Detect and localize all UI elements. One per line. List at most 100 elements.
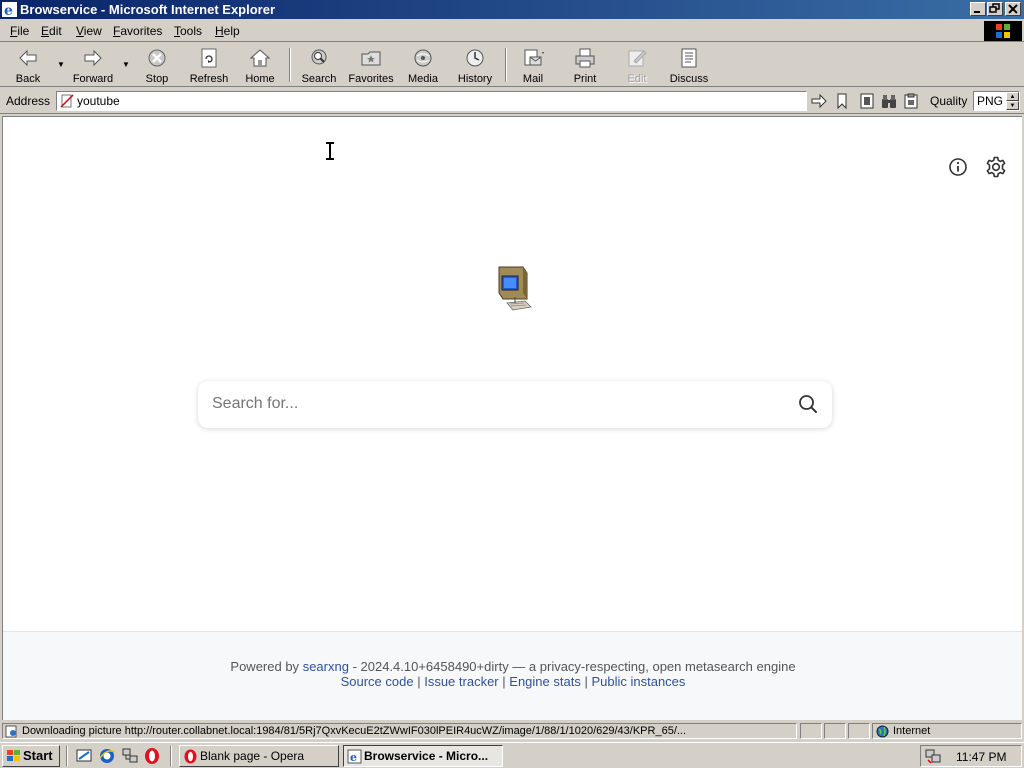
status-pane [824, 723, 846, 739]
address-input[interactable] [77, 93, 797, 109]
spin-up-icon[interactable]: ▲ [1006, 92, 1019, 101]
footer-separator: | [584, 674, 588, 689]
menu-file[interactable]: File [10, 24, 29, 38]
window-titlebar[interactable]: e Browservice - Microsoft Internet Explo… [0, 0, 1024, 19]
svg-text:e: e [350, 751, 357, 764]
internet-explorer-icon[interactable] [98, 747, 116, 765]
task-ie-browservice[interactable]: e Browservice - Micro... [343, 745, 503, 767]
status-pane [800, 723, 822, 739]
menu-view[interactable]: View [76, 24, 102, 38]
back-dropdown-arrow[interactable]: ▼ [57, 60, 65, 69]
print-toolbar-button[interactable]: Print [568, 45, 602, 85]
address-bar: Address Quality PNG ▲ ▼ [0, 89, 1024, 114]
restore-icon [989, 3, 1000, 13]
home-icon [249, 49, 271, 67]
opera-icon[interactable] [143, 747, 161, 765]
menu-help[interactable]: Help [215, 24, 240, 38]
quality-spinner[interactable]: ▲ ▼ [1006, 92, 1019, 110]
standard-toolbar: Back ▼ Forward ▼ Stop Refresh Home Searc… [0, 44, 1024, 87]
searxng-link[interactable]: searxng [303, 659, 349, 674]
text-cursor-icon [326, 142, 334, 160]
back-button[interactable]: Back [8, 45, 48, 85]
stop-button[interactable]: Stop [140, 45, 174, 85]
menu-tools[interactable]: Tools [174, 24, 202, 38]
mail-icon [524, 49, 544, 66]
forward-dropdown-arrow[interactable]: ▼ [122, 60, 130, 69]
page-button[interactable] [859, 93, 877, 110]
bookmark-button[interactable] [834, 93, 852, 110]
spin-down-icon[interactable]: ▼ [1006, 101, 1019, 110]
search-toolbar-button[interactable]: Search [299, 45, 339, 85]
history-toolbar-button[interactable]: History [454, 45, 496, 85]
ie-page-icon: e [347, 749, 362, 764]
quality-label: Quality [930, 94, 968, 108]
taskbar-separator [66, 746, 68, 766]
opera-icon [184, 749, 197, 764]
back-arrow-icon [19, 49, 37, 67]
find-button[interactable] [881, 93, 899, 110]
history-clock-icon [466, 49, 484, 67]
favorites-folder-icon [361, 51, 381, 66]
show-desktop-icon[interactable] [75, 747, 93, 765]
status-text: Downloading picture http://router.collab… [22, 725, 687, 737]
menu-edit[interactable]: Edit [41, 24, 62, 38]
windows-flag-icon [7, 750, 20, 761]
public-instances-link[interactable]: Public instances [591, 674, 685, 689]
restore-button[interactable] [987, 2, 1003, 16]
windows-logo-throbber [984, 21, 1022, 41]
internet-globe-icon [876, 725, 889, 738]
quality-value: PNG [977, 94, 1004, 108]
forward-arrow-icon [84, 49, 102, 67]
printer-icon [575, 48, 595, 68]
search-input[interactable] [212, 390, 782, 418]
menu-favorites[interactable]: Favorites [113, 24, 162, 38]
page-viewport[interactable]: Powered by searxng - 2024.4.10+6458490+d… [2, 116, 1022, 720]
tray-network-icon[interactable] [925, 748, 941, 764]
status-pane [848, 723, 870, 739]
refresh-icon [201, 48, 217, 68]
go-button[interactable] [811, 93, 829, 110]
settings-gear-icon[interactable] [984, 155, 1008, 179]
issue-tracker-link[interactable]: Issue tracker [424, 674, 498, 689]
go-arrow-icon [811, 93, 827, 109]
refresh-button[interactable]: Refresh [186, 45, 232, 85]
mail-toolbar-button[interactable]: Mail [514, 45, 552, 85]
minimize-button[interactable] [970, 2, 986, 16]
magnifier-globe-icon [311, 49, 327, 65]
start-button[interactable]: Start [2, 745, 60, 767]
edit-toolbar-button[interactable]: Edit [620, 45, 654, 85]
footer-powered-by: Powered by searxng - 2024.4.10+6458490+d… [230, 659, 796, 674]
taskbar-separator [170, 746, 172, 766]
task-opera[interactable]: Blank page - Opera [179, 745, 339, 767]
search-box[interactable] [198, 381, 832, 428]
discuss-toolbar-button[interactable]: Discuss [666, 45, 712, 85]
document-icon [860, 93, 874, 109]
close-button[interactable] [1005, 2, 1021, 16]
home-button[interactable]: Home [242, 45, 278, 85]
favorites-toolbar-button[interactable]: Favorites [346, 45, 396, 85]
address-field[interactable] [56, 91, 807, 111]
source-code-link[interactable]: Source code [341, 674, 414, 689]
close-icon [1008, 4, 1018, 14]
edit-page-icon [628, 50, 647, 67]
security-zone-label: Internet [893, 725, 931, 737]
address-label: Address [6, 94, 51, 108]
system-tray: 11:47 PM [920, 745, 1022, 767]
bookmark-icon [837, 93, 847, 109]
footer-separator: | [417, 674, 421, 689]
forward-button[interactable]: Forward [68, 45, 118, 85]
clipboard-button[interactable] [903, 93, 921, 110]
page-footer: Powered by searxng - 2024.4.10+6458490+d… [3, 631, 1022, 720]
search-icon[interactable] [796, 392, 820, 416]
network-icon[interactable] [121, 747, 139, 765]
media-toolbar-button[interactable]: Media [404, 45, 442, 85]
page-broken-icon [60, 94, 74, 108]
quality-select[interactable]: PNG ▲ ▼ [973, 91, 1020, 111]
info-icon[interactable] [947, 156, 969, 178]
tray-clock[interactable]: 11:47 PM [956, 750, 1006, 764]
stop-icon [148, 49, 166, 67]
task-ie-label: Browservice - Micro... [364, 749, 489, 763]
engine-stats-link[interactable]: Engine stats [509, 674, 581, 689]
binoculars-icon [882, 95, 896, 108]
status-bar: Downloading picture http://router.collab… [0, 722, 1024, 740]
